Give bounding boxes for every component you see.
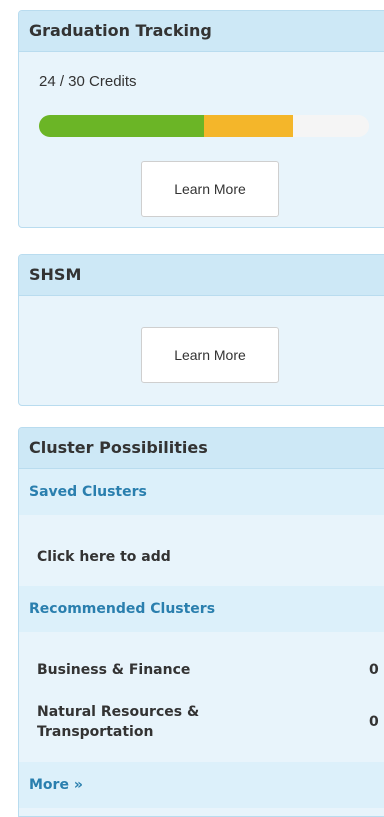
- graduation-learn-more-button[interactable]: Learn More: [141, 161, 279, 217]
- list-item: Business & Finance 0: [19, 650, 384, 690]
- more-clusters-link[interactable]: More »: [19, 762, 384, 808]
- cluster-name: Natural Resources & Transportation: [37, 704, 200, 740]
- saved-clusters-header: Saved Clusters: [19, 469, 384, 515]
- credits-text: 24 / 30 Credits: [39, 73, 137, 90]
- cluster-value: 0: [369, 714, 379, 730]
- recommended-clusters-header: Recommended Clusters: [19, 586, 384, 632]
- progress-in-progress-segment: [204, 115, 294, 137]
- progress-earned-segment: [39, 115, 204, 137]
- graduation-tracking-panel: Graduation Tracking 24 / 30 Credits Lear…: [18, 10, 384, 228]
- list-item: Natural Resources & Transportation 0: [19, 698, 384, 748]
- shsm-panel: SHSM Learn More: [18, 254, 384, 406]
- cluster-possibilities-panel: Cluster Possibilities Saved Clusters Cli…: [18, 427, 384, 817]
- shsm-title: SHSM: [19, 255, 384, 296]
- progress-remaining-segment: [293, 115, 369, 137]
- add-saved-cluster-link[interactable]: Click here to add: [19, 534, 384, 580]
- cluster-value: 0: [369, 662, 379, 678]
- graduation-tracking-title: Graduation Tracking: [19, 11, 384, 52]
- credits-progress-bar: [39, 115, 369, 137]
- cluster-name: Business & Finance: [37, 662, 191, 678]
- shsm-learn-more-button[interactable]: Learn More: [141, 327, 279, 383]
- cluster-possibilities-title: Cluster Possibilities: [19, 428, 384, 469]
